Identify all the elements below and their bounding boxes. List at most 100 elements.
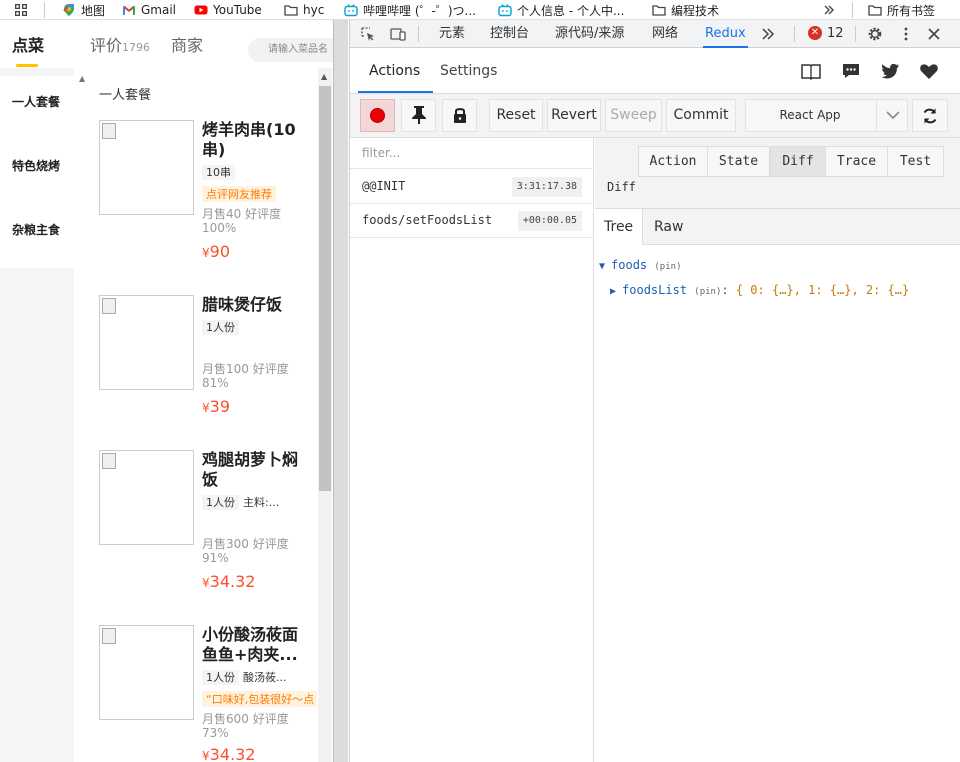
tab-elements[interactable]: 元素 [439, 20, 465, 48]
tab-state[interactable]: State [707, 146, 770, 177]
bookmark-folder-hyc[interactable]: hyc [278, 0, 330, 20]
tab-redux[interactable]: Redux [703, 20, 748, 48]
more-options-icon[interactable] [898, 26, 914, 42]
tree-node-foods[interactable]: ▼ foods (pin) [599, 258, 681, 272]
instance-select[interactable]: React App [745, 99, 908, 132]
toolbar-divider [418, 26, 419, 42]
food-stats: 月售300 好评度91% [202, 537, 312, 565]
bookmark-maps[interactable]: 地图 [56, 0, 111, 20]
close-icon[interactable] [926, 26, 942, 42]
food-list: 一人套餐 烤羊肉串(10串) 10串 点评网友推荐 月售40 好评度100% ¥… [91, 68, 317, 762]
tab-test[interactable]: Test [887, 146, 944, 177]
currency-symbol: ¥ [202, 246, 210, 260]
bookmark-gmail[interactable]: Gmail [116, 0, 182, 20]
all-bookmarks-label: 所有书签 [887, 3, 936, 18]
action-name: @@INIT [362, 179, 406, 193]
tab-console[interactable]: 控制台 [490, 20, 529, 48]
bookmark-label: YouTube [213, 3, 262, 17]
device-toolbar-icon[interactable] [390, 26, 406, 42]
food-name: 小份酸汤莜面鱼鱼+肉夹... [202, 625, 299, 664]
record-button[interactable] [360, 99, 395, 132]
bookmark-bilibili[interactable]: 哔哩哔哩 (゜-゜)つ... [338, 0, 482, 20]
category-item[interactable]: 一人套餐 [0, 76, 74, 140]
category-sidebar: 一人套餐 特色烧烤 杂粮主食 [0, 68, 74, 762]
currency-symbol: ¥ [202, 576, 210, 590]
active-tab-indicator [16, 64, 38, 67]
folder-icon [652, 5, 666, 16]
food-item[interactable]: 腊味煲仔饭 1人份 月售100 好评度81% ¥39 [91, 295, 317, 470]
devtools-panel: 元素 控制台 源代码/来源 网络 Redux ✕ 12 Actions Sett… [349, 20, 960, 762]
tab-tree[interactable]: Tree [595, 209, 644, 245]
commit-button[interactable]: Commit [666, 99, 736, 132]
tab-trace[interactable]: Trace [825, 146, 888, 177]
broken-image-icon [102, 298, 116, 314]
food-list-scrollbar[interactable]: ▲ [318, 68, 332, 762]
tree-pin[interactable]: (pin) [654, 262, 681, 272]
food-price: ¥34.32 [202, 745, 255, 762]
more-bookmarks-chevron-icon[interactable] [816, 0, 842, 20]
food-tags: 1人份 酸汤莜... [202, 669, 287, 685]
food-item[interactable]: 鸡腿胡萝卜焖饭 1人份 主料:... 月售300 好评度91% ¥34.32 [91, 450, 317, 625]
tree-pin[interactable]: (pin) [694, 287, 721, 297]
action-row[interactable]: @@INIT 3:31:17.38 [350, 170, 594, 204]
tab-raw[interactable]: Raw [645, 209, 692, 245]
inspect-element-icon[interactable] [360, 26, 376, 42]
bookmark-label: 地图 [81, 3, 106, 18]
bookmark-profile[interactable]: 个人信息 - 个人中... [492, 0, 630, 20]
food-item[interactable]: 烤羊肉串(10串) 10串 点评网友推荐 月售40 好评度100% ¥90 [91, 120, 317, 295]
reset-button[interactable]: Reset [489, 99, 543, 132]
all-bookmarks[interactable]: 所有书签 [862, 0, 941, 20]
tab-order[interactable]: 点菜 [12, 32, 44, 56]
food-price: ¥34.32 [202, 572, 255, 591]
revert-button[interactable]: Revert [547, 99, 601, 132]
panel-resize-handle[interactable] [333, 20, 348, 762]
tab-action[interactable]: Action [638, 146, 708, 177]
tab-network[interactable]: 网络 [652, 20, 678, 48]
tree-node-foodslist[interactable]: ▶ foodsList (pin): { 0: {…}, 1: {…}, 2: {… [610, 283, 909, 297]
settings-gear-icon[interactable] [867, 26, 883, 42]
lock-icon [453, 108, 466, 123]
sweep-button[interactable]: Sweep [605, 99, 662, 132]
bookmark-label: 编程技术 [671, 3, 720, 18]
bookmark-youtube[interactable]: YouTube [188, 0, 268, 20]
tab-settings[interactable]: Settings [440, 63, 497, 79]
chat-discussion-icon[interactable] [840, 60, 862, 82]
scroll-up-arrow-icon[interactable]: ▲ [79, 74, 85, 83]
scrollbar-thumb[interactable] [319, 86, 331, 491]
food-image [99, 120, 194, 215]
diff-tree: ▼ foods (pin) ▶ foodsList (pin): { 0: {…},… [595, 245, 960, 762]
food-item[interactable]: 小份酸汤莜面鱼鱼+肉夹... 1人份 酸汤莜... “口味好,包装很好～点 月售6… [91, 625, 317, 762]
expand-arrow-icon[interactable]: ▼ [599, 261, 605, 272]
tab-diff[interactable]: Diff [770, 146, 826, 177]
scroll-up-arrow-icon[interactable]: ▲ [321, 72, 327, 81]
lock-button[interactable] [442, 99, 477, 132]
book-docs-icon[interactable] [800, 60, 822, 82]
action-filter-input[interactable]: filter... [350, 138, 594, 169]
tab-reviews[interactable]: 评价1796 [90, 32, 150, 56]
category-item[interactable]: 特色烧烤 [0, 140, 74, 204]
tab-actions[interactable]: Actions [369, 63, 420, 79]
broken-image-icon [102, 628, 116, 644]
tab-sources[interactable]: 源代码/来源 [555, 20, 624, 48]
food-unit: 1人份 [202, 320, 239, 335]
sync-button[interactable] [912, 99, 948, 132]
chevron-down-icon[interactable] [876, 100, 908, 131]
apps-grid-icon[interactable] [8, 0, 34, 20]
food-promo-tag: 点评网友推荐 [202, 186, 276, 202]
tab-merchant[interactable]: 商家 [171, 32, 203, 56]
heart-sponsor-icon[interactable] [918, 60, 940, 82]
error-icon[interactable]: ✕ [808, 26, 822, 40]
refresh-icon [923, 108, 937, 124]
error-count[interactable]: 12 [827, 20, 844, 48]
devtools-tab-bar: 元素 控制台 源代码/来源 网络 Redux ✕ 12 [350, 20, 960, 48]
category-item[interactable]: 杂粮主食 [0, 204, 74, 268]
twitter-icon[interactable] [879, 60, 901, 82]
food-name: 鸡腿胡萝卜焖饭 [202, 450, 299, 489]
bookmark-folder-programming[interactable]: 编程技术 [646, 0, 725, 20]
more-tabs-chevron-icon[interactable] [760, 26, 776, 42]
collapse-arrow-icon[interactable]: ▶ [610, 286, 616, 297]
broken-image-icon [102, 453, 116, 469]
pin-button[interactable] [401, 99, 436, 132]
action-row[interactable]: foods/setFoodsList +00:00.05 [350, 204, 594, 238]
food-sales: 月售300 [202, 537, 249, 551]
